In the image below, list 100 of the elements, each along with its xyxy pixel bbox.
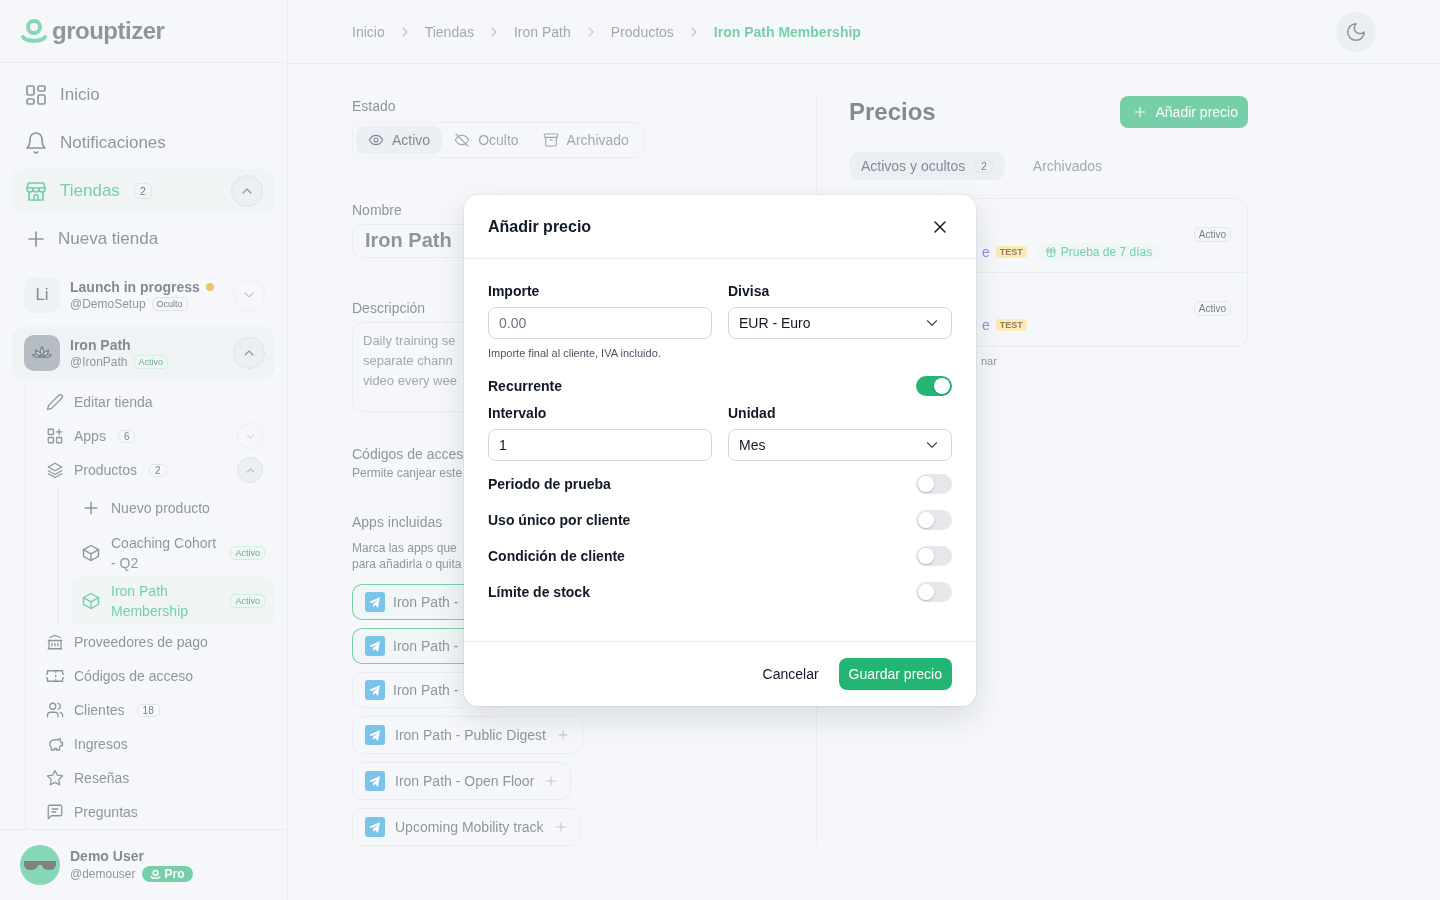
currency-select[interactable]: EUR - Euro [728, 307, 952, 339]
unit-select[interactable]: Mes [728, 429, 952, 461]
interval-field[interactable]: 1 [488, 429, 712, 461]
price-name: e [982, 317, 990, 333]
paper-plane-icon [365, 725, 385, 745]
tab[interactable]: Archivados [1020, 152, 1115, 180]
status-option[interactable]: Archivado [530, 126, 641, 154]
trial-badge: Prueba de 7 días [1036, 243, 1161, 261]
field-label: Importe [488, 283, 541, 299]
nav-item[interactable]: Notificaciones [12, 121, 275, 166]
dashboard-icon [24, 83, 48, 108]
breadcrumb-link[interactable]: Iron Path Membership [713, 23, 861, 40]
plus-icon [553, 820, 568, 834]
toggle-label: Límite de stock [488, 584, 590, 600]
toggle-switch[interactable] [916, 546, 952, 566]
nav-item[interactable]: Inicio [12, 73, 275, 118]
count-badge: 6 [117, 429, 136, 443]
plan-badge: Pro [141, 866, 193, 883]
piggy-bank-icon [46, 735, 64, 754]
logo-icon [149, 868, 161, 880]
menu-item[interactable]: Códigos de acceso [34, 659, 275, 694]
amount-field[interactable]: 0.00 [488, 307, 712, 339]
store-handle: @DemoSetup [70, 297, 146, 312]
store-name: Iron Path [70, 337, 131, 354]
archive-icon [542, 132, 559, 148]
breadcrumb-link[interactable]: Iron Path [514, 23, 571, 40]
collapse-button[interactable] [231, 175, 263, 208]
menu-item[interactable]: Productos 2 [34, 453, 275, 488]
menu-item[interactable]: Ingresos [34, 727, 275, 762]
status-badge: Activo [1193, 301, 1231, 316]
breadcrumb-link[interactable]: Productos [610, 23, 674, 40]
menu-item[interactable]: Proveedores de pago [34, 625, 275, 660]
nav-item[interactable]: Tiendas 2 [12, 169, 275, 214]
theme-toggle-button[interactable] [1336, 11, 1376, 52]
tab[interactable]: Activos y ocultos 2 [849, 152, 1005, 180]
toggle-label: Periodo de prueba [488, 476, 611, 492]
status-badge: Activo [230, 594, 265, 609]
store-avatar: Li [24, 277, 60, 314]
paper-plane-icon [365, 817, 385, 837]
count-badge: 2 [133, 183, 152, 200]
cancel-button[interactable]: Cancelar [750, 658, 831, 690]
eye-icon [368, 132, 384, 148]
app-chip[interactable]: Iron Path - [352, 584, 464, 620]
bank-icon [46, 633, 64, 652]
status-badge: Oculto [151, 297, 188, 312]
pencil-icon [46, 393, 64, 412]
store-handle: @IronPath [70, 355, 128, 370]
collapse-button[interactable] [233, 337, 265, 370]
plus-icon [544, 774, 559, 788]
price-name: e [982, 244, 990, 260]
app-chip[interactable]: Upcoming Mobility track [352, 808, 581, 846]
status-option[interactable]: Oculto [442, 126, 531, 154]
breadcrumb-link[interactable]: Tiendas [424, 23, 474, 40]
app-chip[interactable]: Iron Path - [352, 672, 464, 708]
dialog-title: Añadir precio [488, 217, 592, 236]
section-title: Precios [849, 98, 936, 126]
paper-plane-icon [365, 636, 385, 656]
store-item[interactable]: Li Launch in progress @DemoSetup Oculto [12, 269, 275, 322]
toggle-label: Uso único por cliente [488, 512, 631, 528]
menu-item[interactable]: Clientes 18 [34, 693, 275, 728]
collapse-button[interactable] [237, 457, 263, 484]
status-badge: Activo [230, 546, 265, 561]
status-option[interactable]: Activo [356, 126, 443, 154]
user-handle: @demouser [70, 867, 136, 882]
add-price-button[interactable]: Añadir precio [1119, 96, 1248, 128]
menu-item[interactable]: Preguntas [34, 795, 275, 830]
star-icon [46, 769, 64, 788]
field-hint: Permite canjear este [352, 466, 463, 480]
field-label: Estado [352, 98, 396, 114]
new-product-link[interactable]: Nuevo producto [71, 487, 275, 530]
logo-icon [20, 17, 48, 46]
menu-item[interactable]: Editar tienda [34, 385, 275, 420]
toggle-label: Condición de cliente [488, 548, 625, 564]
paper-plane-icon [365, 592, 385, 612]
store-item[interactable]: Iron Path @IronPath Activo [12, 327, 275, 380]
brand-name: grouptizer [52, 17, 165, 46]
menu-item[interactable]: Apps 6 [34, 419, 275, 454]
product-item[interactable]: Coaching Cohort - Q2 Activo [71, 529, 275, 578]
save-button[interactable]: Guardar precio [838, 658, 952, 690]
chat-icon [46, 803, 64, 822]
test-badge: TEST [995, 246, 1027, 258]
status-badge: Activo [133, 355, 169, 370]
app-chip[interactable]: Iron Path - Public Digest [352, 716, 583, 754]
toggle-switch[interactable] [916, 510, 952, 530]
field-label: Unidad [728, 405, 777, 421]
toggle-switch[interactable] [916, 582, 952, 602]
field-hint: Importe final al cliente, IVA incluido. [488, 347, 662, 359]
field-label: Intervalo [488, 405, 548, 421]
field-hint: Marca las apps que para añadirla o quita [352, 540, 462, 572]
new-store-link[interactable]: Nueva tienda [12, 217, 275, 262]
app-chip[interactable]: Iron Path - [352, 628, 464, 664]
paper-plane-icon [365, 771, 385, 791]
toggle-switch[interactable] [916, 376, 952, 396]
toggle-switch[interactable] [916, 474, 952, 494]
apps-icon [46, 427, 64, 446]
breadcrumb-link[interactable]: Inicio [352, 23, 385, 40]
product-item[interactable]: Iron Path Membership Activo [71, 577, 275, 626]
menu-item[interactable]: Reseñas [34, 761, 275, 796]
field-label: Nombre [352, 202, 402, 218]
app-chip[interactable]: Iron Path - Open Floor [352, 762, 572, 800]
